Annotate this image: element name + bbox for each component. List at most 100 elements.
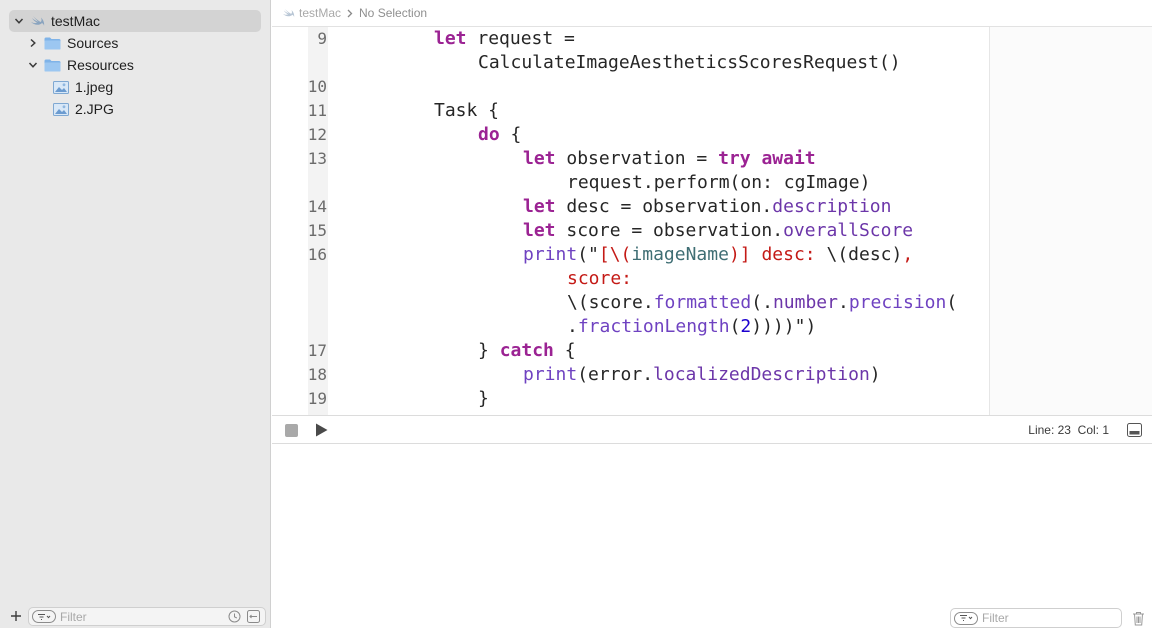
code-token: }: [478, 340, 500, 361]
recent-files-icon[interactable]: [228, 610, 241, 626]
chevron-down-icon[interactable]: [12, 14, 26, 28]
code-token: .: [567, 316, 578, 337]
filter-options-icon[interactable]: [954, 611, 978, 625]
code-token-kw: let: [523, 148, 556, 169]
code-token: score = observation.: [555, 220, 784, 241]
line-number: 15: [307, 221, 327, 240]
line-number: 19: [307, 389, 327, 408]
code-line: print("[\(imageName)] desc: \(desc),: [523, 243, 913, 267]
code-token: {: [553, 340, 576, 361]
code-token-str: ,: [902, 244, 914, 265]
code-token-pr: description: [772, 196, 892, 217]
project-navigator: testMac Sources Resources 1.jpeg 2.JPG F…: [0, 0, 271, 628]
code-token: desc = observation.: [555, 196, 773, 217]
code-token: (": [577, 244, 599, 265]
code-token: (error.: [577, 364, 654, 385]
code-token: observation =: [555, 148, 719, 169]
code-token-fn: precision: [848, 292, 947, 313]
code-token: }: [478, 388, 489, 409]
code-line: CalculateImageAestheticsScoresRequest(): [478, 51, 901, 75]
navigator-filter-field[interactable]: Filter: [28, 607, 266, 626]
code-token-num: 2: [740, 316, 752, 337]
code-token-str: [\(: [598, 244, 632, 265]
run-button[interactable]: [314, 422, 329, 438]
jumpbar-selection[interactable]: No Selection: [359, 6, 427, 20]
code-line: do {: [478, 123, 521, 147]
tree-item-label: Sources: [67, 35, 119, 51]
line-number: 18: [307, 365, 327, 384]
console-area[interactable]: Filter: [272, 444, 1152, 628]
chevron-down-icon[interactable]: [26, 58, 40, 72]
filter-options-icon[interactable]: [32, 610, 56, 623]
toggle-console-icon[interactable]: [1127, 423, 1142, 437]
code-token-pr: number: [772, 292, 838, 313]
image-file-icon: [53, 80, 69, 94]
code-token: Task {: [434, 100, 500, 121]
code-line: print(error.localizedDescription): [523, 363, 881, 387]
trash-icon[interactable]: [1132, 611, 1145, 626]
line-number: 14: [307, 197, 327, 216]
tree-item-testmac[interactable]: testMac: [9, 10, 261, 32]
jump-bar: testMac No Selection: [272, 0, 1152, 27]
folder-icon: [44, 37, 61, 50]
code-line: } catch {: [478, 339, 576, 363]
console-filter-field[interactable]: Filter: [950, 608, 1122, 628]
code-token-pr: overallScore: [783, 220, 914, 241]
code-token-kw: let: [523, 196, 556, 217]
code-line: let score = observation.overallScore: [523, 219, 913, 243]
add-icon[interactable]: [9, 609, 23, 623]
code-token-fn: formatted: [653, 292, 752, 313]
code-token-kw: do: [478, 124, 500, 145]
jumpbar-project[interactable]: testMac: [299, 6, 341, 20]
code-token: request.perform(on: cgImage): [567, 172, 871, 193]
code-token-ty: imageName: [631, 244, 729, 265]
code-token: ): [805, 316, 817, 337]
tree-item-label: Resources: [67, 57, 134, 73]
code-token: (: [729, 316, 741, 337]
code-token-kw: let: [434, 28, 467, 49]
code-token: ): [869, 364, 881, 385]
code-token-kw: let: [523, 220, 556, 241]
code-token: \(desc): [826, 244, 903, 265]
code-token: .: [837, 292, 849, 313]
code-line: Task {: [434, 99, 499, 123]
tree-item-resources[interactable]: Resources: [26, 54, 266, 76]
tree-item-sources[interactable]: Sources: [26, 32, 266, 54]
chevron-right-icon: [347, 9, 353, 18]
code-token: (: [946, 292, 958, 313]
line-number: 12: [307, 125, 327, 144]
tree-item-1jpeg[interactable]: 1.jpeg: [53, 76, 263, 98]
tree-item-2jpg[interactable]: 2.JPG: [53, 98, 263, 120]
console-filter-placeholder: Filter: [982, 611, 1009, 625]
line-number: 16: [307, 245, 327, 264]
code-token-str: score:: [567, 268, 633, 289]
code-line: let request =: [434, 27, 575, 51]
code-line: .fractionLength(2))))"): [567, 315, 816, 339]
minimap[interactable]: [989, 27, 1152, 415]
line-number: 11: [307, 101, 327, 120]
code-token-kw: catch: [499, 340, 554, 361]
tree-item-label: 1.jpeg: [75, 79, 114, 95]
code-token-kw: await: [761, 148, 816, 169]
code-line: }: [478, 387, 489, 411]
code-editor[interactable]: 9 10 11 12 13 14 15 16 17 18 19 let requ…: [272, 27, 1152, 415]
code-token-pr: localizedDescription: [653, 364, 870, 385]
code-token-fn: print: [523, 364, 578, 385]
swift-icon: [282, 7, 295, 19]
source-control-filter-icon[interactable]: [247, 610, 260, 626]
code-line: let desc = observation.description: [523, 195, 891, 219]
line-number: 17: [307, 341, 327, 360]
code-token: \(score.: [567, 292, 654, 313]
stop-button[interactable]: [285, 424, 298, 437]
code-line: request.perform(on: cgImage): [567, 171, 870, 195]
code-line: let observation = try await: [523, 147, 816, 171]
code-token-fn: fractionLength: [577, 316, 730, 337]
code-token: ))))": [751, 316, 806, 337]
chevron-right-icon[interactable]: [26, 36, 40, 50]
image-file-icon: [53, 102, 69, 116]
code-token: CalculateImageAestheticsScoresRequest(): [478, 52, 901, 73]
line-number: 9: [317, 29, 327, 48]
code-token-kw: try: [718, 148, 751, 169]
line-number: 10: [307, 77, 327, 96]
